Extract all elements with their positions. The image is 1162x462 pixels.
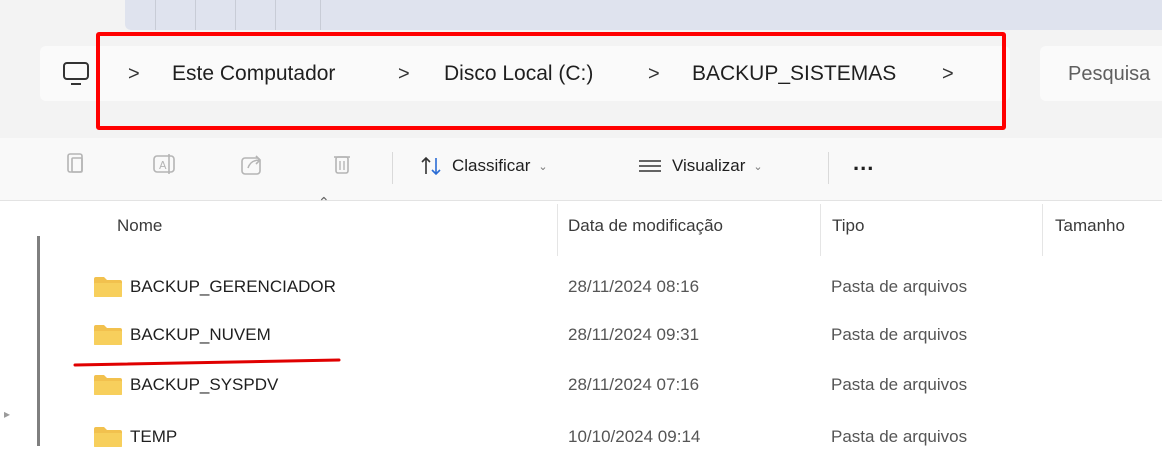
share-icon[interactable] bbox=[238, 150, 266, 178]
column-divider[interactable] bbox=[820, 204, 821, 256]
breadcrumb-highlight-annotation bbox=[96, 32, 1006, 130]
file-type: Pasta de arquivos bbox=[831, 375, 968, 394]
column-divider[interactable] bbox=[557, 204, 558, 256]
folder-icon bbox=[94, 277, 122, 297]
folder-icon bbox=[94, 427, 122, 447]
file-name: BACKUP_GERENCIADOR bbox=[130, 277, 336, 296]
column-header-size[interactable]: Tamanho bbox=[1055, 216, 1125, 236]
column-divider[interactable] bbox=[1042, 204, 1043, 256]
underline-annotation bbox=[73, 358, 341, 367]
search-placeholder: Pesquisa bbox=[1068, 63, 1151, 85]
rename-icon[interactable]: A bbox=[150, 150, 178, 178]
delete-icon[interactable] bbox=[328, 150, 356, 178]
file-name: BACKUP_NUVEM bbox=[130, 325, 271, 344]
navigation-pane-scrollbar[interactable] bbox=[37, 236, 40, 446]
sort-label: Classificar bbox=[452, 156, 531, 175]
file-type: Pasta de arquivos bbox=[831, 325, 968, 344]
chevron-down-icon: ⌄ bbox=[538, 160, 548, 173]
file-date: 28/11/2024 07:16 bbox=[568, 375, 700, 394]
file-row[interactable]: TEMP 10/10/2024 09:14 Pasta de arquivos bbox=[60, 412, 1162, 462]
copy-icon[interactable] bbox=[62, 150, 90, 178]
file-row[interactable]: BACKUP_NUVEM 28/11/2024 09:31 Pasta de a… bbox=[60, 310, 1162, 360]
search-input[interactable]: Pesquisa bbox=[1040, 46, 1162, 101]
view-icon bbox=[639, 160, 661, 172]
column-header-date[interactable]: Data de modificação bbox=[568, 216, 723, 236]
sort-ascending-icon: ⌃ bbox=[318, 194, 330, 210]
sort-button[interactable]: Classificar ⌄ bbox=[418, 150, 548, 182]
column-header-type[interactable]: Tipo bbox=[832, 216, 864, 236]
toolbar-divider bbox=[828, 152, 829, 184]
folder-icon bbox=[94, 325, 122, 345]
chevron-down-icon: ⌄ bbox=[753, 160, 763, 173]
folder-icon bbox=[94, 375, 122, 395]
view-button[interactable]: Visualizar ⌄ bbox=[636, 150, 763, 182]
computer-icon[interactable] bbox=[62, 61, 90, 87]
more-options-button[interactable]: ... bbox=[853, 150, 874, 176]
file-date: 28/11/2024 09:31 bbox=[568, 325, 700, 344]
tab-bar bbox=[125, 0, 1162, 30]
file-row[interactable]: BACKUP_GERENCIADOR 28/11/2024 08:16 Past… bbox=[60, 262, 1162, 312]
file-date: 10/10/2024 09:14 bbox=[568, 427, 701, 446]
file-name: BACKUP_SYSPDV bbox=[130, 375, 279, 394]
file-type: Pasta de arquivos bbox=[831, 427, 968, 446]
file-date: 28/11/2024 08:16 bbox=[568, 277, 700, 296]
sort-icon bbox=[421, 156, 441, 176]
file-type: Pasta de arquivos bbox=[831, 277, 968, 296]
command-bar: A Classificar ⌄ Visualizar ⌄ ... bbox=[0, 138, 1162, 201]
svg-text:A: A bbox=[159, 159, 167, 172]
chevron-right-icon[interactable]: ▸ bbox=[4, 407, 10, 421]
toolbar-divider bbox=[392, 152, 393, 184]
column-header-name[interactable]: Nome bbox=[117, 216, 162, 236]
view-label: Visualizar bbox=[672, 156, 746, 175]
file-name: TEMP bbox=[130, 427, 178, 446]
